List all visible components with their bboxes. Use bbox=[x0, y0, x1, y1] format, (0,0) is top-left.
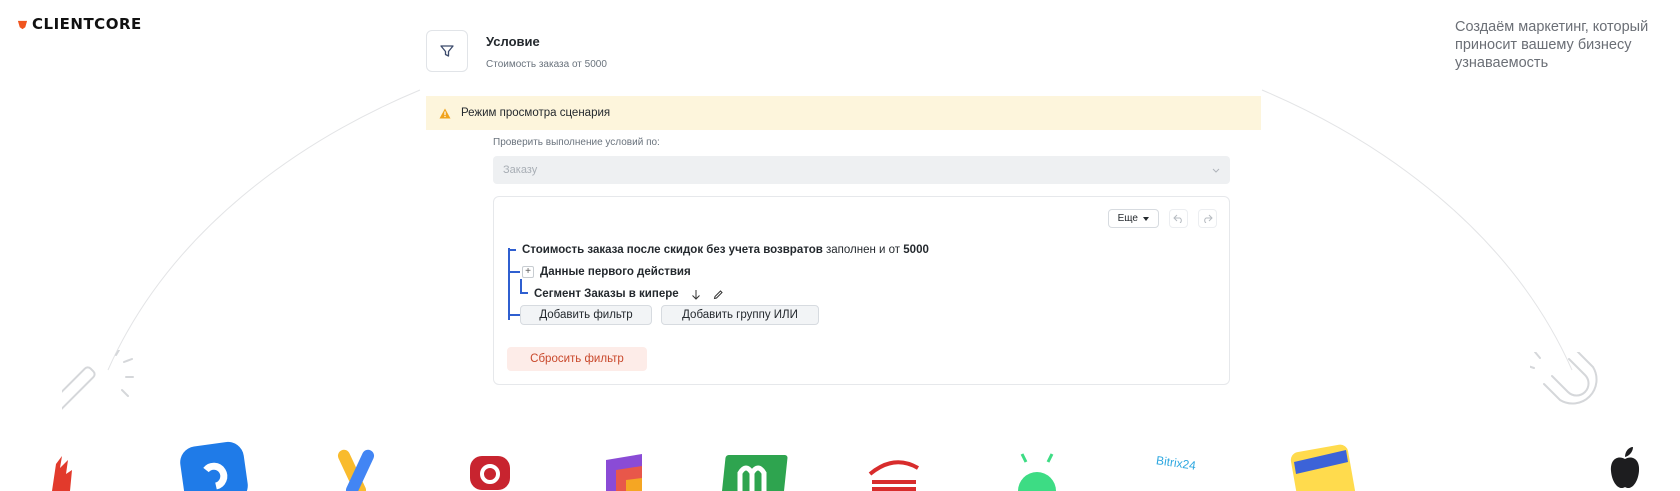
redo-icon bbox=[1204, 214, 1213, 223]
rule-value: 5000 bbox=[903, 244, 929, 256]
group-label: Данные первого действия bbox=[540, 266, 691, 278]
arrow-down-icon[interactable] bbox=[691, 289, 701, 300]
filter-group[interactable]: + Данные первого действия bbox=[508, 265, 691, 279]
caret-down-icon bbox=[1143, 216, 1149, 221]
condition-icon-box[interactable] bbox=[426, 30, 468, 72]
warning-icon bbox=[439, 108, 451, 118]
more-button-label: Еще bbox=[1117, 213, 1138, 224]
brand-logo[interactable]: CLIENTCORE bbox=[17, 15, 142, 33]
scenario-panel: Условие Стоимость заказа от 5000 Режим п… bbox=[426, 26, 1261, 396]
filter-toolbar: Еще bbox=[1107, 209, 1217, 228]
logo-yandex bbox=[1290, 444, 1356, 491]
rule-operator: заполнен и от bbox=[826, 244, 901, 256]
add-or-group-button[interactable]: Добавить группу ИЛИ bbox=[661, 305, 819, 325]
logo-red-ring bbox=[470, 456, 510, 490]
redo-button[interactable] bbox=[1198, 209, 1217, 228]
reset-filter-button[interactable]: Сбросить фильтр bbox=[507, 347, 647, 371]
logo-blue bbox=[180, 441, 248, 491]
bitrix-text: Bitrix24 bbox=[1155, 453, 1197, 473]
more-button[interactable]: Еще bbox=[1107, 209, 1159, 228]
condition-title: Условие bbox=[486, 34, 540, 49]
undo-icon bbox=[1173, 214, 1182, 223]
magnet-icon bbox=[1530, 352, 1598, 405]
condition-subtitle: Стоимость заказа от 5000 bbox=[486, 59, 607, 70]
segment-label: Сегмент Заказы в кипере bbox=[534, 288, 679, 300]
logo-apple bbox=[1610, 447, 1640, 489]
filter-tree: Стоимость заказа после скидок без учета … bbox=[508, 243, 1208, 325]
filter-rule[interactable]: Стоимость заказа после скидок без учета … bbox=[508, 243, 929, 257]
check-select-value: Заказу bbox=[503, 164, 538, 176]
alert-text: Режим просмотра сценария bbox=[461, 107, 611, 119]
add-filter-label: Добавить фильтр bbox=[539, 309, 633, 321]
filter-icon bbox=[440, 45, 454, 57]
brand-name: CLIENTCORE bbox=[32, 15, 142, 33]
magic-wand-icon bbox=[62, 350, 134, 415]
reset-filter-label: Сбросить фильтр bbox=[530, 353, 624, 365]
partner-logos-strip: Bitrix24 bbox=[0, 440, 1680, 491]
add-buttons-row: Добавить фильтр Добавить группу ИЛИ bbox=[508, 305, 819, 325]
pencil-icon[interactable] bbox=[713, 289, 724, 300]
check-label: Проверить выполнение условий по: bbox=[493, 137, 660, 148]
logo-bitrix24: Bitrix24 bbox=[1155, 453, 1197, 472]
filter-card: Еще Стоимость заказа после скидок без уч… bbox=[493, 196, 1230, 385]
segment-rule[interactable]: Сегмент Заказы в кипере bbox=[520, 279, 724, 301]
undo-button[interactable] bbox=[1169, 209, 1188, 228]
logo-red-stripes bbox=[868, 460, 920, 491]
add-or-group-label: Добавить группу ИЛИ bbox=[682, 309, 798, 321]
chevron-down-icon bbox=[1212, 168, 1220, 173]
tagline: Создаём маркетинг, который приносит ваше… bbox=[1455, 19, 1649, 71]
logo-purple bbox=[606, 454, 642, 491]
brand-mark-icon bbox=[17, 20, 28, 29]
logo-google-ads bbox=[337, 449, 375, 491]
condition-header: Условие Стоимость заказа от 5000 bbox=[426, 30, 607, 72]
view-mode-alert: Режим просмотра сценария bbox=[426, 96, 1261, 130]
check-select[interactable]: Заказу bbox=[493, 156, 1230, 184]
rule-field: Стоимость заказа после скидок без учета … bbox=[522, 244, 823, 256]
expand-plus-icon[interactable]: + bbox=[522, 266, 534, 278]
add-filter-button[interactable]: Добавить фильтр bbox=[520, 305, 652, 325]
logo-green-m bbox=[722, 455, 788, 491]
logo-red bbox=[52, 456, 72, 491]
logo-android bbox=[1018, 453, 1056, 491]
